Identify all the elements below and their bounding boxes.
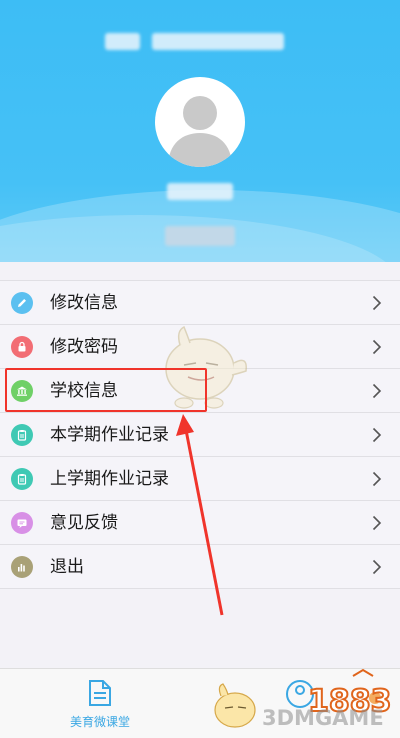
clipboard-icon — [11, 424, 33, 446]
clipboard-icon — [11, 468, 33, 490]
pencil-icon — [11, 292, 33, 314]
document-icon — [89, 680, 111, 706]
blurred-username — [105, 33, 140, 50]
tab-art-class[interactable]: 美育微课堂 — [35, 669, 165, 738]
menu-item-this-term-homework[interactable]: 本学期作业记录 — [0, 413, 400, 457]
chevron-right-icon — [372, 295, 382, 311]
settings-menu: 修改信息 修改密码 学校信息 本学期作业记录 上学期作业记录 意见反馈 退出 — [0, 280, 400, 589]
blurred-school-name — [152, 33, 284, 50]
menu-item-label: 本学期作业记录 — [50, 425, 169, 444]
menu-item-label: 意见反馈 — [50, 513, 118, 532]
menu-item-label: 上学期作业记录 — [50, 469, 169, 488]
blurred-account — [167, 183, 233, 200]
menu-item-label: 修改信息 — [50, 293, 118, 312]
chevron-right-icon — [372, 559, 382, 575]
highlight-box — [5, 368, 207, 412]
message-icon — [11, 512, 33, 534]
chevron-right-icon — [372, 427, 382, 443]
chevron-right-icon — [372, 383, 382, 399]
blurred-class — [165, 226, 235, 246]
menu-item-logout[interactable]: 退出 — [0, 545, 400, 589]
menu-item-label: 修改密码 — [50, 337, 118, 356]
chevron-right-icon — [372, 471, 382, 487]
profile-header — [0, 0, 400, 262]
menu-item-label: 退出 — [50, 557, 84, 576]
watermark-brand: 3DMGAME — [262, 706, 384, 730]
menu-item-last-term-homework[interactable]: 上学期作业记录 — [0, 457, 400, 501]
menu-item-edit-info[interactable]: 修改信息 — [0, 281, 400, 325]
person-icon — [168, 96, 232, 167]
menu-item-change-password[interactable]: 修改密码 — [0, 325, 400, 369]
tab-label: 美育微课堂 — [69, 715, 130, 729]
chevron-right-icon — [372, 515, 382, 531]
avatar[interactable] — [155, 77, 245, 167]
menu-item-feedback[interactable]: 意见反馈 — [0, 501, 400, 545]
lock-icon — [11, 336, 33, 358]
chevron-right-icon — [372, 339, 382, 355]
bar-chart-icon — [11, 556, 33, 578]
